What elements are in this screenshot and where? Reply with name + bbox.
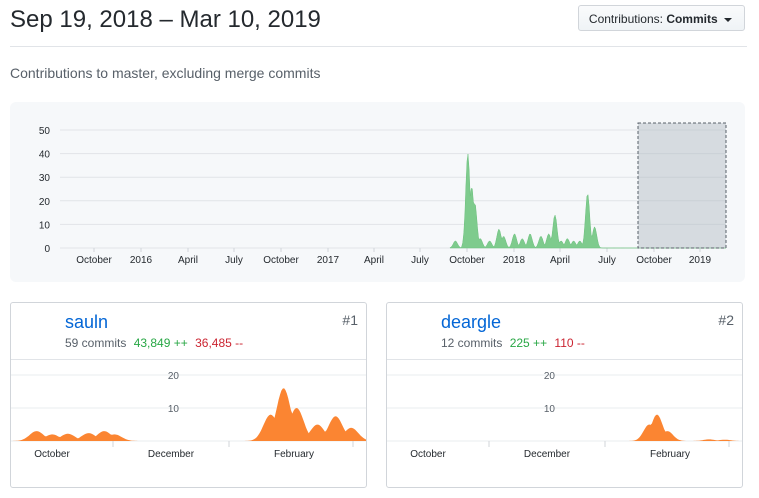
y-tick-label: 20 [39, 197, 51, 208]
x-tick-label: October [34, 449, 70, 460]
contributor-chart: 20 10 October December February [11, 371, 366, 460]
x-tick-label: October [263, 255, 299, 266]
chart-subtitle: Contributions to master, excluding merge… [10, 65, 321, 81]
x-tick-label: December [148, 449, 195, 460]
y-tick-label: 10 [544, 404, 556, 415]
y-tick-label: 10 [39, 220, 51, 231]
x-tick-label: February [650, 449, 690, 460]
page-header: Sep 19, 2018 – Mar 10, 2019 Contribution… [10, 0, 747, 47]
deletions-count: 110 -- [554, 336, 585, 350]
y-tick-label: 30 [39, 173, 51, 184]
x-tick-label: October [76, 255, 112, 266]
additions-count: 225 ++ [509, 336, 548, 350]
x-tick-label: July [225, 255, 243, 266]
selection-brush [637, 122, 727, 249]
commit-count[interactable]: 59 commits [65, 336, 126, 350]
main-contributions-chart[interactable]: 50 40 30 20 10 0 October 2016 April July October 20… [10, 102, 745, 282]
x-tick-label: October [410, 449, 446, 460]
contributor-stats: 12 commits 225 ++ 110 -- [441, 336, 585, 350]
contributor-card-sauln: sauln 59 commits 43,849 ++ 36,485 -- #1 … [10, 302, 367, 488]
y-tick-label: 20 [168, 371, 180, 382]
x-tick-label: April [178, 255, 198, 266]
caret-down-icon [724, 17, 732, 22]
additions-count: 43,849 ++ [133, 336, 188, 350]
contributor-card-deargle: deargle 12 commits 225 ++ 110 -- #2 20 10… [386, 302, 743, 488]
x-tick-label: April [550, 255, 570, 266]
commit-count[interactable]: 12 commits [441, 336, 502, 350]
series-area [11, 388, 366, 441]
contributions-select-button[interactable]: Contributions: Commits [577, 5, 745, 31]
deletions-count: 36,485 -- [195, 336, 244, 350]
card-header: deargle 12 commits 225 ++ 110 -- #2 [387, 303, 742, 360]
contributor-name-link[interactable]: deargle [441, 312, 501, 333]
y-tick-label: 20 [544, 371, 556, 382]
contributor-chart: 20 10 October December February [387, 371, 742, 460]
x-tick-label: July [411, 255, 429, 266]
select-value-label: Commits [666, 12, 718, 26]
x-tick-label: February [274, 449, 314, 460]
x-tick-label: April [364, 255, 384, 266]
x-tick-label: 2017 [317, 255, 340, 266]
x-tick-label: October [449, 255, 485, 266]
main-chart-svg: 50 40 30 20 10 0 October 2016 April July October 20… [39, 122, 727, 266]
rank-label: #2 [718, 312, 734, 328]
y-tick-label: 0 [44, 244, 50, 255]
x-tick-label: 2019 [689, 255, 712, 266]
date-range-title: Sep 19, 2018 – Mar 10, 2019 [10, 6, 321, 33]
x-tick-label: October [636, 255, 672, 266]
contributor-name-link[interactable]: sauln [65, 312, 108, 333]
contributor-stats: 59 commits 43,849 ++ 36,485 -- [65, 336, 243, 350]
x-tick-label: 2018 [503, 255, 526, 266]
y-tick-label: 10 [168, 404, 180, 415]
avatar[interactable] [19, 311, 57, 349]
x-tick-label: July [598, 255, 616, 266]
select-prefix-label: Contributions: [588, 12, 663, 26]
avatar[interactable] [395, 311, 433, 349]
card-header: sauln 59 commits 43,849 ++ 36,485 -- #1 [11, 303, 366, 360]
y-tick-label: 50 [39, 126, 51, 137]
x-tick-label: December [524, 449, 571, 460]
y-tick-label: 40 [39, 150, 51, 161]
x-tick-label: 2016 [130, 255, 153, 266]
series-area [387, 414, 742, 441]
rank-label: #1 [342, 312, 358, 328]
